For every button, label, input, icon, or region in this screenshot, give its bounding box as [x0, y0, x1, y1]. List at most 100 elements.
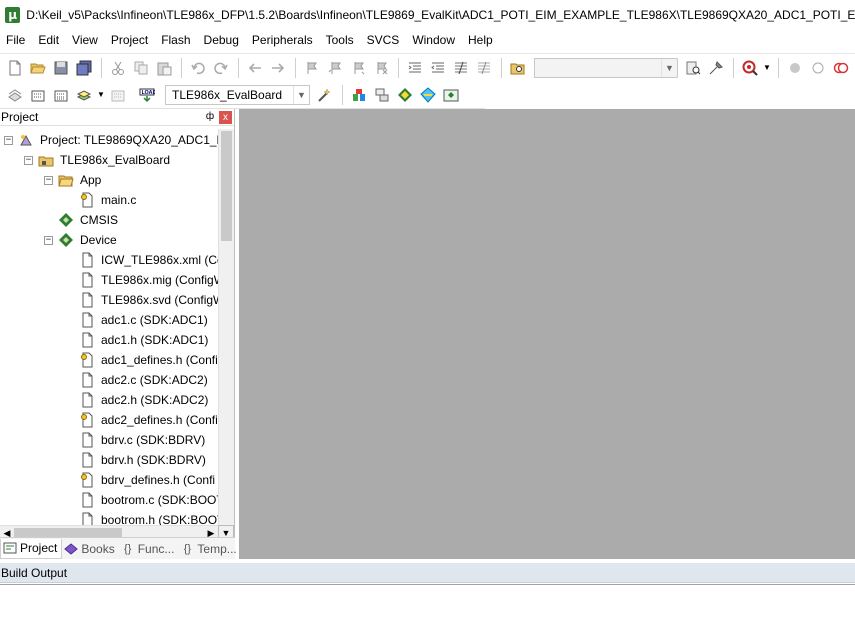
target-select[interactable]: TLE986x_EvalBoard ▼: [165, 84, 310, 105]
tree-item-project[interactable]: − Project: TLE9869QXA20_ADC1_PC: [4, 130, 218, 150]
collapse-icon[interactable]: −: [44, 235, 53, 245]
save-icon[interactable]: [50, 57, 72, 79]
collapse-icon[interactable]: −: [24, 155, 33, 165]
pin-icon[interactable]: ф: [203, 110, 217, 124]
bookmark-next-icon[interactable]: [347, 57, 369, 79]
new-file-icon[interactable]: [4, 57, 26, 79]
manage-rte-icon[interactable]: [394, 84, 416, 106]
file-icon: [79, 272, 95, 288]
debug-session-icon[interactable]: [739, 57, 761, 79]
folder-open-icon: [58, 172, 74, 188]
breakpoint-kill-icon[interactable]: [830, 57, 852, 79]
tree-item-file[interactable]: adc2.c (SDK:ADC2): [79, 370, 208, 390]
menu-help[interactable]: Help: [466, 33, 500, 47]
toolbar-separator: [238, 57, 239, 78]
collapse-icon[interactable]: −: [44, 175, 53, 185]
menu-view[interactable]: View: [70, 33, 105, 47]
chevron-down-icon[interactable]: ▼: [293, 85, 309, 104]
tab-label: Project: [20, 541, 58, 555]
tree-item-component-device[interactable]: − Device: [44, 230, 117, 250]
bookmark-clear-icon[interactable]: [370, 57, 392, 79]
tree-vertical-scrollbar[interactable]: [218, 129, 234, 525]
tree-item-file[interactable]: bootrom.h (SDK:BOOT: [79, 510, 218, 525]
tree-item-label: bdrv.c (SDK:BDRV): [101, 433, 206, 447]
build-output-pane[interactable]: [0, 584, 855, 643]
scrollbar-thumb[interactable]: [221, 131, 232, 241]
configure-icon[interactable]: [440, 84, 462, 106]
toolbar-separator: [778, 57, 779, 78]
build-icon[interactable]: [27, 84, 49, 106]
menu-peripherals[interactable]: Peripherals: [250, 33, 320, 47]
tree-item-file[interactable]: adc1.c (SDK:ADC1): [79, 310, 208, 330]
uncomment-icon[interactable]: [473, 57, 495, 79]
open-folder-icon[interactable]: [27, 57, 49, 79]
manage-project-items-icon[interactable]: [348, 84, 370, 106]
tree-item-label: bdrv.h (SDK:BDRV): [101, 453, 206, 467]
tree-item-file[interactable]: adc1_defines.h (Confi: [79, 350, 218, 370]
tree-item-file[interactable]: ICW_TLE986x.xml (Co: [79, 250, 218, 270]
comment-icon[interactable]: [450, 57, 472, 79]
tree-item-file[interactable]: adc2.h (SDK:ADC2): [79, 390, 208, 410]
menu-window[interactable]: Window: [410, 33, 462, 47]
tree-item-file[interactable]: adc2_defines.h (Confi: [79, 410, 218, 430]
editor-area[interactable]: [239, 109, 855, 559]
menu-tools[interactable]: Tools: [324, 33, 361, 47]
tree-item-label: TLE986x_EvalBoard: [60, 153, 171, 167]
translate-icon[interactable]: [4, 84, 26, 106]
breakpoint-insert-icon[interactable]: [784, 57, 806, 79]
menu-edit[interactable]: Edit: [36, 33, 66, 47]
redo-icon[interactable]: [210, 57, 232, 79]
tree-item-file[interactable]: bdrv.c (SDK:BDRV): [79, 430, 205, 450]
cut-icon[interactable]: [107, 57, 129, 79]
rebuild-icon[interactable]: [50, 84, 72, 106]
pack-installer-icon[interactable]: [417, 84, 439, 106]
tools-icon[interactable]: [705, 57, 727, 79]
file-key-icon: [79, 412, 95, 428]
bookmark-prev-icon[interactable]: [324, 57, 346, 79]
nav-back-icon[interactable]: [244, 57, 266, 79]
menu-debug[interactable]: Debug: [202, 33, 246, 47]
target-options-icon[interactable]: [314, 84, 336, 106]
breakpoint-disable-icon[interactable]: [807, 57, 829, 79]
tree-item-file[interactable]: bootrom.c (SDK:BOOT: [79, 490, 218, 510]
tree-item-file[interactable]: TLE986x.svd (ConfigW: [79, 290, 218, 310]
undo-icon[interactable]: [187, 57, 209, 79]
collapse-icon[interactable]: −: [4, 135, 13, 145]
chevron-down-icon[interactable]: ▼: [762, 57, 772, 79]
tree-item-group-app[interactable]: − App: [44, 170, 101, 190]
batch-build-icon[interactable]: [73, 84, 95, 106]
unindent-icon[interactable]: [427, 57, 449, 79]
tab-templates[interactable]: {} Temp...: [178, 539, 240, 559]
tab-project[interactable]: Project: [0, 538, 63, 559]
tree-item-file[interactable]: adc1.h (SDK:ADC1): [79, 330, 208, 350]
download-icon[interactable]: LOAD: [136, 84, 158, 106]
menu-project[interactable]: Project: [109, 33, 155, 47]
tree-item-file[interactable]: main.c: [79, 190, 136, 210]
tab-books[interactable]: Books: [62, 539, 118, 559]
paste-icon[interactable]: [153, 57, 175, 79]
tab-functions[interactable]: {} Func...: [119, 539, 179, 559]
close-icon[interactable]: x: [219, 110, 232, 124]
save-all-icon[interactable]: [73, 57, 95, 79]
nav-forward-icon[interactable]: [267, 57, 289, 79]
select-packs-icon[interactable]: [371, 84, 393, 106]
bookmark-toggle-icon[interactable]: [301, 57, 323, 79]
find-in-files-icon[interactable]: [507, 57, 529, 79]
copy-icon[interactable]: [130, 57, 152, 79]
tree-item-file[interactable]: bdrv.h (SDK:BDRV): [79, 450, 206, 470]
tree-item-target[interactable]: − TLE986x_EvalBoard: [24, 150, 170, 170]
find-combo[interactable]: ▼: [534, 57, 678, 78]
chevron-down-icon[interactable]: ▼: [661, 58, 677, 77]
tree-item-label: bootrom.h (SDK:BOOT: [101, 513, 218, 525]
tree-item-file[interactable]: bdrv_defines.h (Confi: [79, 470, 215, 490]
indent-icon[interactable]: [404, 57, 426, 79]
menu-flash[interactable]: Flash: [159, 33, 197, 47]
tree-item-component-cmsis[interactable]: CMSIS: [58, 210, 118, 230]
tree-item-file[interactable]: TLE986x.mig (ConfigW: [79, 270, 218, 290]
chevron-down-icon[interactable]: ▼: [96, 84, 106, 106]
incremental-find-icon[interactable]: [682, 57, 704, 79]
menu-file[interactable]: File: [4, 33, 32, 47]
project-tab-icon: [3, 541, 17, 555]
menu-svcs[interactable]: SVCS: [365, 33, 407, 47]
stop-build-icon[interactable]: [107, 84, 129, 106]
